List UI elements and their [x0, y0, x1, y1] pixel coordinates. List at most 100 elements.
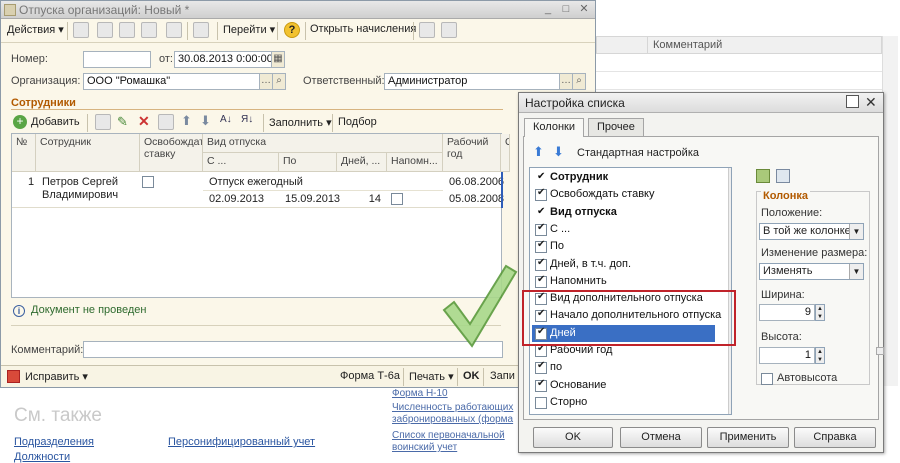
responsible-select-button[interactable]: … [559, 73, 573, 90]
column-list-item[interactable]: Основание [532, 377, 715, 394]
col-header-release[interactable]: Освобождать ставку [140, 134, 203, 172]
structure-icon[interactable] [193, 22, 209, 38]
link-personified-accounting[interactable]: Персонифицированный учет [168, 436, 315, 448]
post-icon[interactable] [166, 22, 182, 38]
sort-desc-icon[interactable]: Я↓ [241, 114, 253, 125]
tab-columns[interactable]: Колонки [524, 118, 584, 137]
col-header-employee[interactable]: Сотрудник [36, 134, 140, 172]
copy-row-icon[interactable] [95, 114, 111, 130]
org-select-button[interactable]: … [259, 73, 273, 90]
move-down-arrow-icon[interactable]: ⬇ [553, 144, 564, 160]
column-checkbox[interactable] [535, 343, 547, 357]
column-list-item[interactable]: ✔ Вид отпуска [532, 204, 715, 221]
column-checkbox[interactable] [535, 222, 547, 236]
apply-button[interactable]: Применить [707, 427, 789, 448]
column-checkbox[interactable] [535, 378, 547, 392]
actions-menu[interactable]: Действия ▾ [7, 23, 64, 36]
row-employee[interactable]: Петров Сергей Владимирович [38, 174, 140, 204]
column-list-item[interactable]: по [532, 359, 715, 376]
column-checkbox[interactable] [535, 257, 547, 271]
form-t6a-button[interactable]: Форма Т-6а [340, 370, 400, 382]
col-header-vacation-type[interactable]: Вид отпуска [203, 134, 443, 153]
open-accruals-button[interactable]: Открыть начисления [310, 23, 416, 35]
column-list-item[interactable]: Дней, в т.ч. доп. [532, 256, 715, 273]
copy-setting-icon[interactable] [776, 169, 790, 183]
edit-row-icon[interactable]: ✎ [117, 114, 128, 130]
edit-icon[interactable] [119, 22, 135, 38]
help-icon[interactable]: ? [284, 22, 300, 38]
row-days[interactable]: 14 [337, 191, 385, 207]
move-up-icon[interactable]: ⬆ [181, 113, 192, 129]
column-list-item[interactable]: С ... [532, 221, 715, 238]
column-list-item[interactable]: Сторно [532, 394, 715, 411]
resize-select[interactable]: Изменять ▼ [759, 263, 864, 280]
column-checkbox[interactable] [535, 274, 547, 288]
col-header-remind[interactable]: Напомн... [387, 153, 443, 172]
help-button[interactable]: Справка [794, 427, 876, 448]
write-button[interactable]: Запи [490, 370, 515, 382]
minimize-icon[interactable]: _ [541, 3, 555, 16]
delete-icon[interactable] [141, 22, 157, 38]
number-field[interactable] [83, 51, 151, 68]
standard-setting-button[interactable]: Стандартная настройка [577, 147, 699, 159]
responsible-field[interactable]: Администратор [384, 73, 560, 90]
width-stepper-icon[interactable]: ▲ ▼ [815, 304, 825, 321]
org-open-icon[interactable]: ⌕ [272, 73, 286, 90]
link-form-n10[interactable]: Форма Н-10 [392, 388, 517, 400]
column-checkbox[interactable] [535, 360, 547, 375]
height-field[interactable]: 1 [759, 347, 815, 364]
width-field[interactable]: 9 [759, 304, 815, 321]
column-checkbox[interactable] [535, 396, 547, 409]
col-header-extra[interactable]: Ос [501, 134, 510, 172]
table-icon[interactable] [441, 22, 457, 38]
row-work-year-start[interactable]: 06.08.2006 [445, 174, 508, 190]
tab-other[interactable]: Прочее [588, 118, 644, 136]
column-checkbox[interactable] [535, 187, 547, 202]
row-to[interactable]: 15.09.2013 [281, 191, 344, 207]
col-header-work-year[interactable]: Рабочий год [443, 134, 501, 172]
dialog-maximize-icon[interactable] [846, 95, 859, 108]
column-list-item[interactable]: По [532, 238, 715, 255]
column-list-item[interactable]: Напомнить [532, 273, 715, 290]
fix-menu[interactable]: Исправить ▾ [25, 370, 88, 383]
position-select[interactable]: В той же колонке ▼ [759, 223, 864, 240]
new-icon[interactable] [73, 22, 89, 38]
auto-height-checkbox[interactable] [761, 373, 773, 385]
row-release-checkbox[interactable] [142, 176, 154, 188]
maximize-icon[interactable]: □ [559, 3, 573, 16]
column-list-item[interactable]: ✔ Сотрудник [532, 169, 715, 186]
dialog-scroll-icon[interactable] [876, 347, 884, 355]
responsible-open-icon[interactable]: ⌕ [572, 73, 586, 90]
ok-button[interactable]: OK [533, 427, 613, 448]
select-button[interactable]: Подбор [338, 116, 377, 128]
dialog-close-icon[interactable]: ✕ [865, 94, 877, 111]
fill-menu[interactable]: Заполнить ▾ [269, 116, 332, 129]
goto-menu[interactable]: Перейти ▾ [223, 23, 275, 36]
add-button[interactable]: Добавить [31, 116, 80, 128]
move-down-icon[interactable]: ⬇ [200, 113, 211, 129]
print-menu[interactable]: Печать ▾ [409, 370, 454, 383]
close-icon[interactable]: ✕ [577, 3, 591, 16]
list-settings-icon[interactable] [419, 22, 435, 38]
copy-icon[interactable] [97, 22, 113, 38]
row-from[interactable]: 02.09.2013 [205, 191, 268, 207]
col-header-from[interactable]: С ... [203, 153, 279, 172]
cancel-button[interactable]: Отмена [620, 427, 702, 448]
link-subdivisions[interactable]: Подразделения [14, 436, 94, 448]
row-vacation-type[interactable]: Отпуск ежегодный [205, 174, 307, 190]
col-header-num[interactable]: № [12, 134, 36, 172]
col-header-days[interactable]: Дней, ... [337, 153, 387, 172]
ok-button[interactable]: OK [463, 370, 480, 382]
column-list-item[interactable]: Освобождать ставку [532, 186, 715, 203]
column-checkbox[interactable] [535, 239, 547, 254]
calendar-icon[interactable]: ▦ [271, 51, 285, 68]
link-reserved-count[interactable]: Численность работающих забронированных (… [392, 402, 516, 426]
link-military-list[interactable]: Список первоначальной воинский учет [392, 430, 516, 454]
bg-scrollbar[interactable] [882, 36, 898, 386]
end-edit-icon[interactable] [158, 114, 174, 130]
row-remind-checkbox[interactable] [391, 193, 403, 205]
link-positions[interactable]: Должности [14, 451, 70, 463]
move-up-arrow-icon[interactable]: ⬆ [533, 144, 544, 160]
organization-field[interactable]: ООО "Ромашка" [83, 73, 260, 90]
col-header-to[interactable]: По [279, 153, 337, 172]
